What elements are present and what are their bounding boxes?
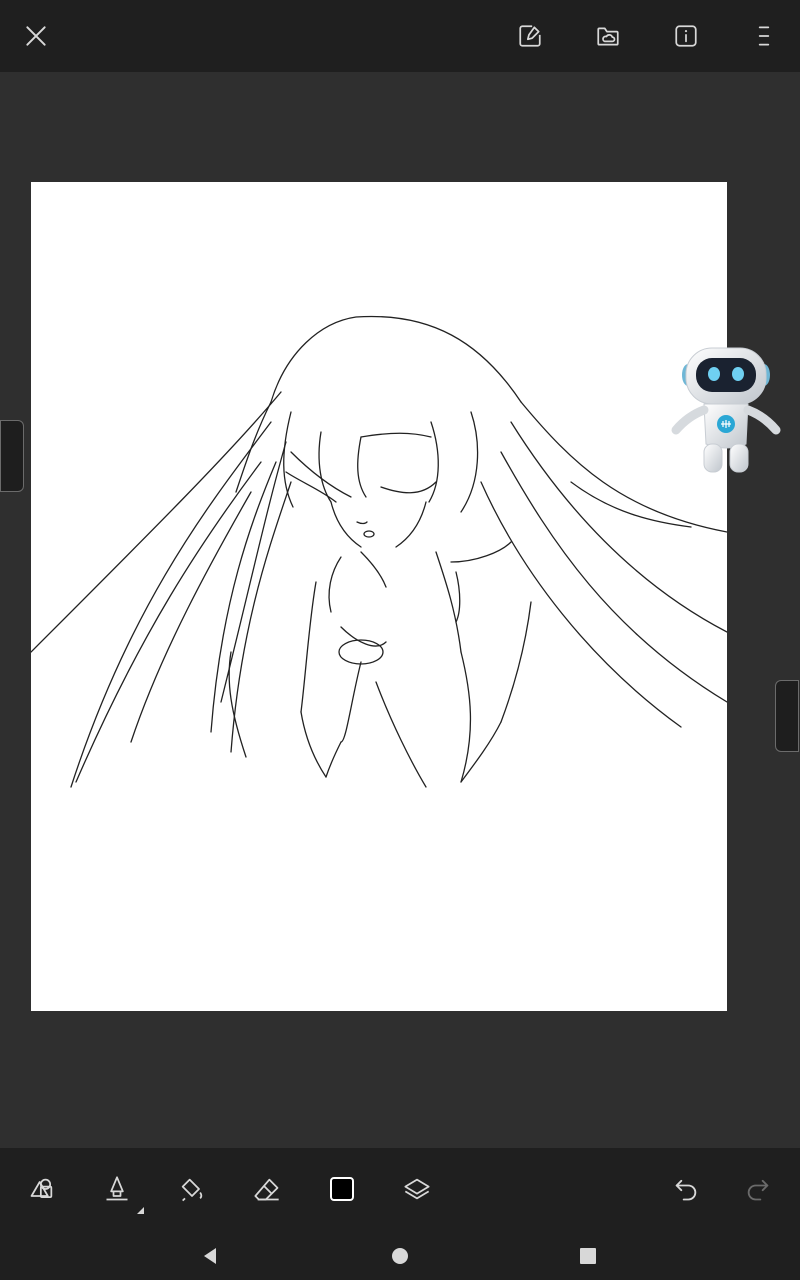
shape-tool-icon [30, 1178, 53, 1199]
fill-tool-button[interactable] [169, 1166, 215, 1212]
fill-tool-icon [181, 1178, 203, 1202]
assistant-button[interactable] [668, 340, 784, 480]
close-button[interactable] [14, 14, 58, 58]
workspace[interactable] [0, 72, 800, 1148]
pen-tool-icon [106, 1176, 128, 1201]
home-button[interactable] [380, 1236, 420, 1276]
cloud-folder-icon [597, 27, 619, 46]
undo-button[interactable] [663, 1166, 709, 1212]
layers-icon [404, 1178, 430, 1200]
drawing-canvas[interactable] [31, 182, 727, 1011]
right-panel-handle[interactable] [775, 680, 799, 752]
menu-button[interactable] [742, 14, 786, 58]
pen-tool-button[interactable] [94, 1166, 144, 1214]
robot-assistant-icon [671, 347, 781, 473]
pen-options-indicator [137, 1207, 144, 1214]
shape-tool-button[interactable] [19, 1166, 65, 1212]
eraser-icon [254, 1178, 279, 1201]
color-picker-button[interactable] [319, 1166, 365, 1212]
tool-bar [0, 1148, 800, 1228]
export-button[interactable] [508, 14, 552, 58]
menu-icon [758, 26, 770, 46]
undo-icon [675, 1179, 697, 1201]
export-icon [519, 25, 541, 47]
recents-icon [580, 1248, 596, 1264]
info-icon [675, 25, 697, 47]
back-icon [204, 1248, 216, 1264]
cloud-folder-button[interactable] [586, 14, 630, 58]
redo-button[interactable] [735, 1166, 781, 1212]
line-art-sketch [31, 315, 727, 788]
recents-button[interactable] [568, 1236, 608, 1276]
redo-icon [747, 1179, 769, 1201]
system-nav-bar [0, 1228, 800, 1280]
eraser-tool-button[interactable] [244, 1166, 290, 1212]
color-swatch [330, 1177, 354, 1201]
close-icon [26, 26, 46, 46]
left-panel-handle[interactable] [0, 420, 24, 492]
back-button[interactable] [190, 1236, 230, 1276]
info-button[interactable] [664, 14, 708, 58]
layers-button[interactable] [394, 1166, 440, 1212]
home-icon [392, 1248, 408, 1264]
top-bar [0, 0, 800, 72]
